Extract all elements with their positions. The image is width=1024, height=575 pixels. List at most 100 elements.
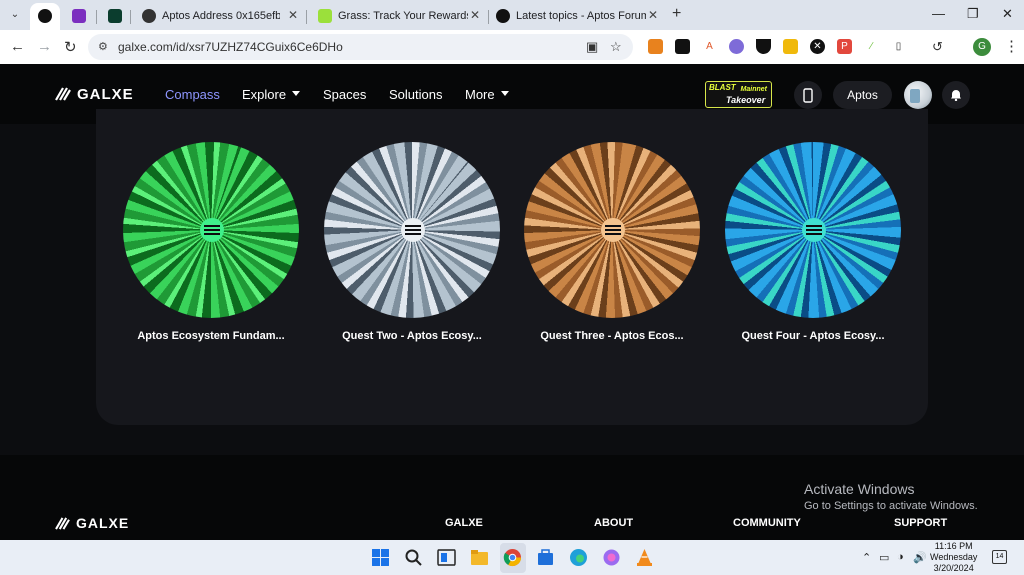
extension-icon[interactable] [729,39,744,54]
quest-title: Quest Four - Aptos Ecosy... [741,330,885,342]
minimize-button[interactable]: — [932,6,945,21]
extension-icon[interactable]: ✕ [810,39,825,54]
tab-galxe[interactable] [30,3,60,30]
tab-2[interactable] [64,3,97,30]
quest-image-3 [524,142,700,318]
extension-icon[interactable]: P [837,39,852,54]
extension-icon[interactable] [783,39,798,54]
system-clock[interactable]: 11:16 PM Wednesday 3/20/2024 [930,541,977,574]
phone-icon [803,88,813,103]
nav-spaces[interactable]: Spaces [323,87,366,102]
close-icon[interactable]: ✕ [470,8,480,22]
close-window-button[interactable]: ✕ [1002,6,1013,22]
restore-button[interactable]: ❐ [967,6,979,22]
extension-icon[interactable] [675,39,690,54]
tab-3[interactable] [100,3,131,30]
battery-icon[interactable]: ▭ [879,551,889,564]
quest-card-1[interactable]: Aptos Ecosystem Fundam... [123,142,299,342]
galxe-logo-icon [55,516,70,530]
quest-card-2[interactable]: Quest Two - Aptos Ecosy... [324,142,500,342]
clock-date: 3/20/2024 [933,563,974,573]
copilot-icon[interactable] [602,548,621,567]
aptos-explorer-favicon-icon [142,9,156,23]
search-icon[interactable] [404,548,423,567]
chrome-icon[interactable] [503,548,522,567]
grass-favicon-icon [318,9,332,23]
profile-avatar[interactable]: G [973,38,991,56]
quest-title: Quest Three - Aptos Ecos... [540,330,684,342]
wifi-icon[interactable]: ◑ [897,551,904,563]
watermark-title: Activate Windows [804,481,915,497]
tab-aptos-address[interactable]: Aptos Address 0x165efbaeb7d3 ✕ [134,3,307,30]
caret-down-icon [292,91,301,97]
caret-down-icon [500,91,509,97]
task-view-icon[interactable] [437,548,456,567]
edge-icon[interactable] [569,548,588,567]
tab-title: Aptos Address 0x165efbaeb7d3 [162,10,280,22]
mobile-app-button[interactable] [794,81,822,109]
file-explorer-icon[interactable] [470,548,489,567]
site-info-icon[interactable]: ⚙ [98,40,108,53]
clock-day: Wednesday [930,552,978,562]
browser-toolbar: ← → ↻ ⚙ galxe.com/id/xsr7UZHZ74CGuix6Ce6… [0,30,1024,64]
nav-explore[interactable]: Explore [242,87,301,102]
footer-heading-support: SUPPORT [894,517,948,529]
promo-line2: Mainnet [740,86,767,93]
tab-title: Grass: Track Your Rewards [338,10,468,22]
blast-mainnet-promo[interactable]: BLAST Mainnet Takeover [705,81,772,108]
extension-icon[interactable]: A [702,39,717,54]
aptos-logo-icon [200,218,224,242]
aptos-logo-icon [401,218,425,242]
volume-icon[interactable]: 🔊 [913,551,927,564]
network-selector[interactable]: Aptos [833,81,892,109]
tab-grass[interactable]: Grass: Track Your Rewards ✕ [310,3,489,30]
back-button[interactable]: ← [10,38,25,55]
tab-favicon-icon [108,9,122,23]
brand-name: GALXE [77,85,134,103]
nav-solutions[interactable]: Solutions [389,87,442,102]
tab-favicon-icon [72,9,86,23]
footer-heading-about: ABOUT [594,517,634,529]
quest-card-3[interactable]: Quest Three - Aptos Ecos... [524,142,700,342]
notifications-button[interactable] [942,81,970,109]
address-bar[interactable]: ⚙ galxe.com/id/xsr7UZHZ74CGuix6Ce6DHo ▣ … [88,34,633,60]
metamask-extension-icon[interactable] [648,39,663,54]
footer-heading-galxe: GALXE [445,517,483,529]
install-app-icon[interactable]: ▣ [586,39,598,55]
vlc-icon[interactable] [635,548,654,567]
tab-search-button[interactable]: ⌄ [6,6,24,24]
extensions-puzzle-icon[interactable]: ▯ [891,39,906,54]
notification-center-icon[interactable]: 14 [992,550,1007,564]
bell-icon [951,90,961,102]
tab-aptos-forum[interactable]: Latest topics - Aptos Forum ✕ [488,3,666,30]
tab-separator [96,10,97,24]
microsoft-store-icon[interactable] [536,548,555,567]
new-tab-button[interactable]: + [672,5,681,23]
close-icon[interactable]: ✕ [648,8,658,22]
show-hidden-icons[interactable]: ⌃ [862,551,871,564]
galxe-logo-icon [55,87,71,101]
nav-more[interactable]: More [465,87,509,102]
shield-extension-icon[interactable] [756,39,771,54]
footer-logo[interactable]: GALXE [55,515,129,531]
grass-extension-icon[interactable]: ∕ [864,39,879,54]
quest-card-4[interactable]: Quest Four - Aptos Ecosy... [725,142,901,342]
tab-title: Latest topics - Aptos Forum [516,10,646,22]
galxe-favicon-icon [38,9,52,23]
nav-compass[interactable]: Compass [165,87,220,102]
windows-start-icon[interactable] [371,548,390,567]
forward-button[interactable]: → [37,38,52,55]
tab-separator [306,10,307,24]
footer-heading-community: COMMUNITY [733,517,801,529]
user-avatar[interactable] [904,81,932,109]
galxe-logo[interactable]: GALXE [55,85,134,103]
history-icon[interactable]: ↺ [930,39,945,54]
avatar-image [910,89,920,103]
aptos-forum-favicon-icon [496,9,510,23]
close-icon[interactable]: ✕ [288,8,298,22]
bookmark-star-icon[interactable]: ☆ [610,39,622,55]
windows-taskbar: ⌃ ▭ ◑ 🔊 11:16 PM Wednesday 3/20/2024 14 [0,540,1024,575]
browser-menu-icon[interactable]: ⋮ [1004,37,1019,55]
reload-button[interactable]: ↻ [64,38,77,56]
watermark-subtitle: Go to Settings to activate Windows. [804,500,978,512]
